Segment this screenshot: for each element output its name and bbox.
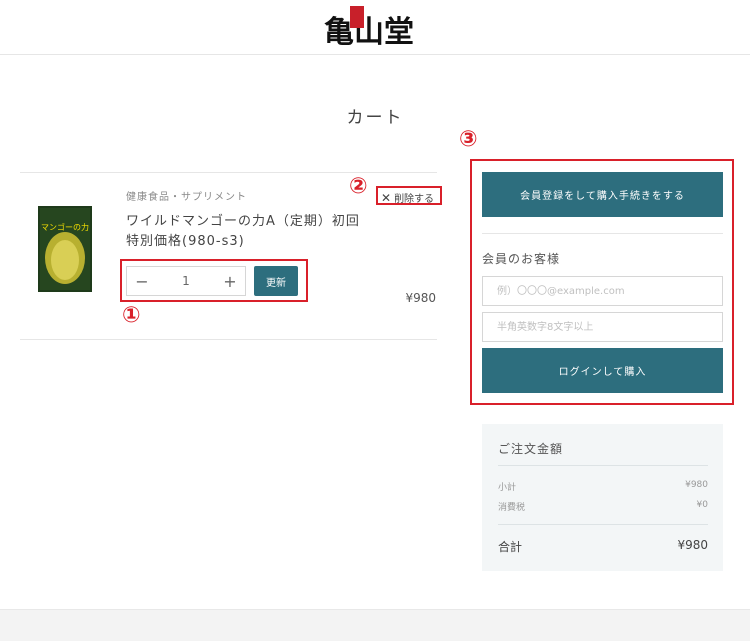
site-header: 亀山堂 xyxy=(0,0,750,55)
tax-row: 消費税 ¥0 xyxy=(498,500,708,513)
annotation-box-1 xyxy=(120,259,308,302)
divider xyxy=(20,339,437,340)
total-row: 合計 ¥980 xyxy=(498,538,708,555)
logo-text: 亀山堂 xyxy=(324,15,414,50)
site-logo[interactable]: 亀山堂 xyxy=(318,6,428,50)
divider xyxy=(498,524,708,525)
logo-seal xyxy=(350,6,364,28)
subtotal-row: 小計 ¥980 xyxy=(498,480,708,493)
product-name-line1[interactable]: ワイルドマンゴーの力A（定期）初回 xyxy=(126,212,366,232)
divider xyxy=(20,172,437,173)
package-label: マンゴーの力 xyxy=(41,222,89,232)
register-and-checkout-button[interactable]: 会員登録をして購入手続きをする xyxy=(482,172,723,217)
total-value: ¥980 xyxy=(677,538,708,552)
summary-title: ご注文金額 xyxy=(498,442,564,456)
login-and-purchase-button[interactable]: ログインして購入 xyxy=(482,348,723,393)
product-category: 健康食品・サプリメント xyxy=(126,192,247,203)
site-footer xyxy=(0,609,750,641)
divider xyxy=(498,465,708,466)
annotation-number-1: ① xyxy=(122,303,141,328)
order-summary: ご注文金額 小計 ¥980 消費税 ¥0 合計 ¥980 xyxy=(482,424,723,571)
member-section-title: 会員のお客様 xyxy=(482,252,561,266)
annotation-box-2 xyxy=(376,186,442,205)
subtotal-label: 小計 xyxy=(498,483,517,493)
subtotal-value: ¥980 xyxy=(685,480,708,490)
annotation-number-2: ② xyxy=(349,174,368,199)
total-label: 合計 xyxy=(498,540,523,554)
product-name[interactable]: ワイルドマンゴーの力A（定期）初回 特別価格(980-s3) xyxy=(126,212,366,252)
divider xyxy=(482,233,723,234)
annotation-number-3: ③ xyxy=(459,127,478,152)
tax-label: 消費税 xyxy=(498,503,526,513)
item-price: ¥980 xyxy=(405,291,436,305)
tax-value: ¥0 xyxy=(696,500,708,510)
page-title: カート xyxy=(346,108,404,128)
product-image[interactable]: マンゴーの力 xyxy=(38,206,92,292)
product-name-line2[interactable]: 特別価格(980-s3) xyxy=(126,232,366,252)
email-field[interactable] xyxy=(482,276,723,306)
password-field[interactable] xyxy=(482,312,723,342)
